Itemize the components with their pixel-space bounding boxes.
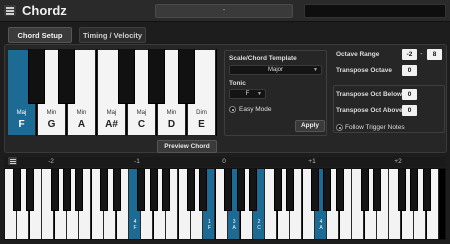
black-key[interactable]: [273, 169, 282, 211]
black-key[interactable]: [335, 169, 344, 211]
black-key[interactable]: [13, 169, 22, 211]
chord-keys: Maj F Min G Min A Maj A# Maj C Min D Dim…: [7, 49, 217, 136]
key-note-label: A: [232, 225, 236, 231]
preset-name-field[interactable]: [304, 4, 446, 18]
tonic-label: Tonic: [229, 80, 246, 87]
piano-keyboard[interactable]: 4F 1F 3A 2C 4A: [4, 168, 446, 240]
key-label: 1F: [203, 219, 215, 231]
chevron-down-icon: ▼: [257, 91, 262, 97]
hamburger-menu-icon[interactable]: [8, 157, 17, 165]
black-key[interactable]: [249, 169, 257, 211]
hamburger-menu-icon[interactable]: [4, 5, 16, 16]
black-key[interactable]: [286, 169, 295, 211]
transpose-above-label: Transpose Oct Above: [336, 107, 403, 114]
octave-label: -1: [134, 158, 140, 165]
title-bar: Chordz -: [0, 0, 450, 22]
black-key[interactable]: [112, 169, 121, 211]
scale-select[interactable]: Major ▼: [229, 65, 322, 75]
octave-label: +2: [394, 158, 402, 165]
black-key[interactable]: [162, 169, 171, 211]
chord-black-key: [58, 49, 75, 104]
chord-black-key: [118, 49, 135, 104]
black-key[interactable]: [410, 169, 419, 211]
transpose-below-field[interactable]: 0: [402, 89, 417, 100]
chord-note-label: D: [167, 119, 176, 130]
chord-note-label: G: [47, 119, 56, 130]
chord-type-label: Min: [76, 110, 87, 116]
key-label: 3A: [228, 219, 240, 231]
octave-range-label: Octave Range: [336, 51, 380, 58]
preview-chord-button[interactable]: Preview Chord: [157, 140, 217, 153]
chord-type-label: Min: [166, 110, 177, 116]
scale-value: Major: [267, 67, 283, 73]
transpose-above-field[interactable]: 0: [402, 105, 417, 116]
octave-range-low-field[interactable]: -2: [402, 49, 417, 60]
black-key[interactable]: [323, 169, 332, 211]
black-key[interactable]: [137, 169, 146, 211]
key-label: 2C: [253, 219, 265, 231]
black-key[interactable]: [236, 169, 245, 211]
chord-type-label: Maj: [106, 110, 117, 116]
app-title: Chordz: [22, 3, 67, 18]
black-key[interactable]: [149, 169, 158, 211]
black-key[interactable]: [422, 169, 431, 211]
chord-type-label: Maj: [16, 110, 27, 116]
octave-label: -2: [48, 158, 54, 165]
chord-black-key: [28, 49, 45, 104]
easy-mode-label: Easy Mode: [239, 106, 272, 113]
black-key[interactable]: [311, 169, 319, 211]
black-key[interactable]: [25, 169, 34, 211]
transpose-octave-label: Transpose Octave: [336, 67, 392, 74]
template-heading: Scale/Chord Template: [229, 55, 297, 62]
black-key[interactable]: [75, 169, 84, 211]
key-note-label: F: [133, 225, 137, 231]
key-note-label: F: [207, 225, 211, 231]
chord-note-label: A#: [105, 119, 118, 130]
black-key[interactable]: [360, 169, 369, 211]
range-separator: -: [420, 49, 423, 58]
chord-black-key: [178, 49, 195, 104]
black-key[interactable]: [397, 169, 406, 211]
apply-button[interactable]: Apply: [295, 120, 325, 132]
easy-mode-toggle[interactable]: [229, 106, 236, 113]
chord-type-label: Dim: [196, 110, 207, 116]
chord-type-label: Min: [46, 110, 57, 116]
octave-label: 0: [222, 158, 226, 165]
black-key[interactable]: [63, 169, 71, 211]
chord-note-label: E: [198, 119, 205, 130]
chord-note-label: C: [137, 119, 146, 130]
key-note-label: C: [257, 225, 261, 231]
tonic-select[interactable]: F ▼: [229, 89, 266, 99]
black-key[interactable]: [199, 169, 208, 211]
transpose-octave-field[interactable]: 0: [402, 65, 417, 76]
preset-selector[interactable]: -: [155, 4, 293, 18]
key-label: 4F: [129, 219, 141, 231]
black-key[interactable]: [373, 169, 381, 211]
chord-black-key: [148, 49, 165, 104]
chevron-down-icon: ▼: [313, 67, 318, 73]
tab-chord-setup[interactable]: Chord Setup: [8, 27, 72, 43]
black-key[interactable]: [224, 169, 233, 211]
follow-trigger-label: Follow Trigger Notes: [345, 124, 405, 131]
key-label: 4A: [315, 219, 327, 231]
tab-timing-velocity[interactable]: Timing / Velocity: [79, 27, 146, 43]
black-key[interactable]: [50, 169, 59, 211]
chord-note-label: F: [18, 119, 25, 130]
octave-range-high-field[interactable]: 8: [427, 49, 442, 60]
chord-note-label: A: [77, 119, 86, 130]
key-note-label: A: [319, 225, 323, 231]
black-key[interactable]: [100, 169, 109, 211]
chord-type-label: Maj: [136, 110, 147, 116]
tonic-value: F: [245, 91, 250, 97]
black-key[interactable]: [187, 169, 195, 211]
transpose-below-label: Transpose Oct Below: [336, 91, 403, 98]
follow-trigger-toggle[interactable]: [336, 124, 343, 131]
octave-label: +1: [308, 158, 316, 165]
